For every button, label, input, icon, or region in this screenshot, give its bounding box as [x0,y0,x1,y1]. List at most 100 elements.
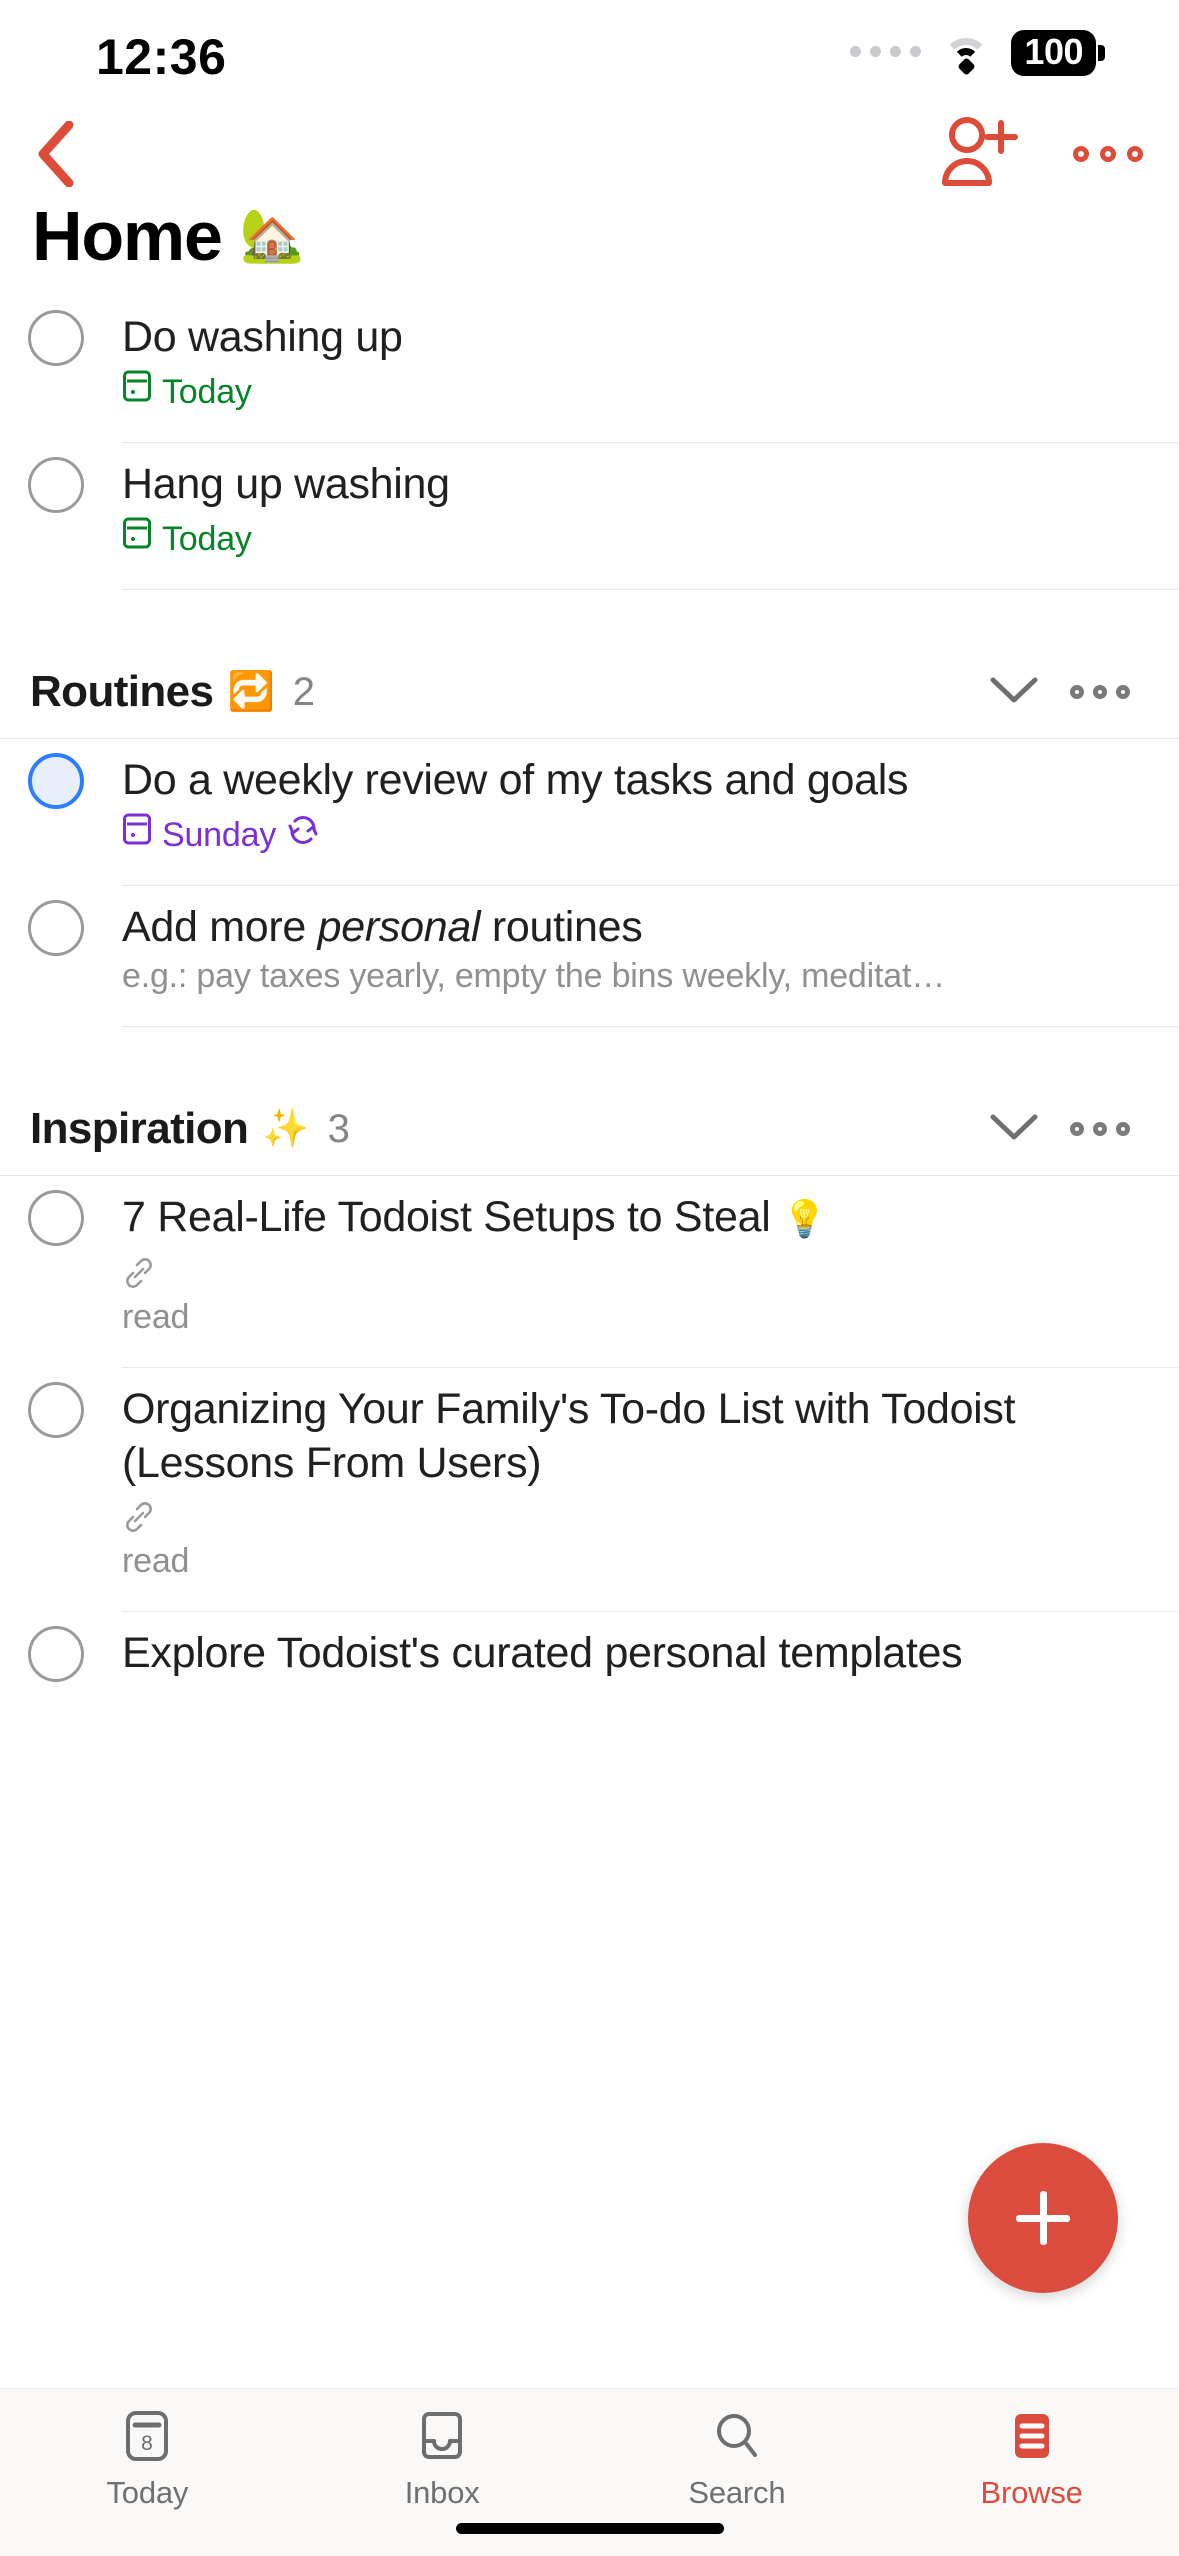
link-icon [122,1258,156,1294]
section-header-routines[interactable]: Routines 🔁 2 [0,646,1179,738]
section-name: Inspiration [30,1104,249,1153]
task-body: Explore Todoist's curated personal templ… [122,1612,1143,1708]
task-row[interactable]: Organizing Your Family's To-do List with… [0,1368,1179,1611]
section-header-inspiration[interactable]: Inspiration ✨ 3 [0,1083,1179,1175]
signal-dots-icon [850,45,922,61]
battery-tip-icon [1098,45,1105,61]
task-due-date-label: Today [162,519,252,558]
task-body: Add more personal routines e.g.: pay tax… [122,886,1143,1026]
task-due-date-label: Today [162,372,252,411]
section-more-button[interactable] [1057,685,1143,699]
section-count: 2 [292,669,315,714]
task-body: Do a weekly review of my tasks and goals… [122,739,1143,885]
browse-menu-icon [1005,2407,1059,2465]
battery-indicator: 100 [1011,30,1105,76]
task-checkbox[interactable] [28,296,122,442]
task-body: 7 Real-Life Todoist Setups to Steal 💡 re… [122,1176,1143,1367]
task-checkbox[interactable] [28,1612,122,1708]
task-title: Explore Todoist's curated personal templ… [122,1629,963,1677]
status-bar-indicators: 100 [850,30,1105,76]
project-more-button[interactable] [1073,116,1143,192]
task-title-pre: Add more [122,903,318,951]
chevron-down-icon [989,1112,1039,1147]
section-name: Routines [30,667,214,716]
checkbox-empty-icon[interactable] [28,457,84,513]
back-button[interactable] [18,114,92,194]
section-collapse-button[interactable] [971,675,1057,710]
task-title: Add more personal routines [122,886,1143,954]
task-checkbox[interactable] [28,1176,122,1367]
row-spacer [122,857,1143,885]
sparkles-emoji: ✨ [262,1108,310,1150]
row-spacer [122,414,1143,442]
calendar-icon [122,516,152,561]
task-checkbox[interactable] [28,739,122,885]
task-title: Do a weekly review of my tasks and goals [122,756,909,804]
task-title: Hang up washing [122,460,450,508]
task-description: e.g.: pay taxes yearly, empty the bins w… [122,957,945,995]
add-person-button[interactable] [933,116,1019,192]
row-spacer [122,998,1143,1026]
task-title-text: 7 Real-Life Todoist Setups to Steal [122,1193,771,1241]
checkbox-empty-icon[interactable] [28,310,84,366]
task-title: 7 Real-Life Todoist Setups to Steal 💡 [122,1176,1143,1246]
task-row[interactable]: Do washing up Today [0,296,1179,442]
nav-bar-actions [933,116,1143,192]
calendar-icon [122,812,152,857]
chevron-left-icon [35,121,75,187]
task-link-label: read [122,1298,190,1336]
task-body: Do washing up Today [122,296,1143,442]
task-title: Do washing up [122,313,403,361]
task-checkbox[interactable] [28,886,122,1026]
task-link-icon-row [122,1500,1143,1539]
task-due-date: Today [122,369,1143,414]
inbox-icon [415,2407,469,2465]
search-icon [710,2407,764,2465]
light-bulb-emoji: 💡 [782,1198,827,1239]
tab-label: Search [688,2475,786,2510]
checkbox-empty-selected-icon[interactable] [28,753,84,809]
svg-text:8: 8 [142,2432,154,2455]
task-row[interactable]: Do a weekly review of my tasks and goals… [0,739,1179,885]
tab-browse[interactable]: Browse [884,2407,1179,2511]
more-horizontal-icon [1073,146,1143,162]
task-due-date-label: Sunday [162,815,277,854]
row-spacer [122,561,1143,589]
page-title: Home 🏡 [32,196,305,276]
task-row[interactable]: Explore Todoist's curated personal templ… [0,1612,1179,1708]
tab-today[interactable]: 8 Today [0,2407,295,2511]
tab-label: Today [106,2475,189,2510]
task-due-date: Today [122,516,1143,561]
checkbox-empty-icon[interactable] [28,1626,84,1682]
tab-label: Browse [980,2475,1083,2510]
home-indicator [455,2523,724,2534]
task-checkbox[interactable] [28,443,122,589]
status-bar-time: 12:36 [96,29,227,85]
tab-search[interactable]: Search [590,2407,885,2511]
task-checkbox[interactable] [28,1368,122,1611]
house-with-garden-emoji: 🏡 [239,207,305,265]
task-due-date: Sunday [122,812,1143,857]
task-title: Organizing Your Family's To-do List with… [122,1385,1016,1487]
status-bar: 12:36 100 [0,0,1179,108]
section-more-button[interactable] [1057,1122,1143,1136]
task-row[interactable]: Add more personal routines e.g.: pay tax… [0,886,1179,1026]
page-title-text: Home [32,197,223,275]
recurring-icon [286,813,320,857]
wifi-icon [943,36,990,76]
task-row[interactable]: 7 Real-Life Todoist Setups to Steal 💡 re… [0,1176,1179,1367]
row-spacer [122,1583,1143,1611]
tab-inbox[interactable]: Inbox [295,2407,590,2511]
battery-percent: 100 [1011,30,1096,76]
checkbox-empty-icon[interactable] [28,1382,84,1438]
repeat-emoji: 🔁 [227,671,275,713]
checkbox-empty-icon[interactable] [28,1190,84,1246]
task-row[interactable]: Hang up washing Today [0,443,1179,589]
task-title-emphasis: personal [317,903,481,951]
checkbox-empty-icon[interactable] [28,900,84,956]
task-list: Do washing up Today Hang up washing Toda… [0,296,1179,1708]
add-task-fab[interactable] [968,2143,1118,2293]
section-collapse-button[interactable] [971,1112,1057,1147]
